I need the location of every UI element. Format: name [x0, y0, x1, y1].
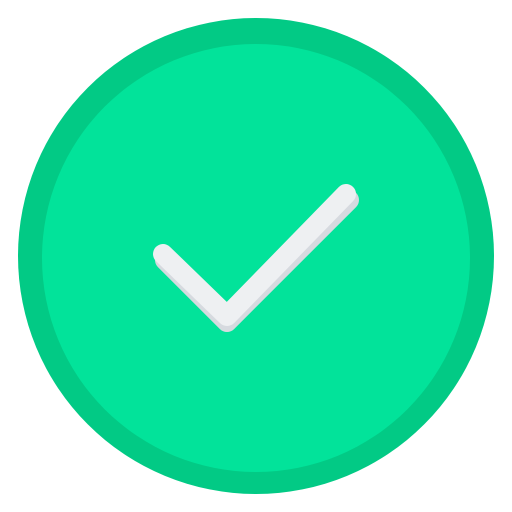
inner-disc: [42, 44, 470, 472]
check-circle-icon: [18, 18, 494, 494]
check-circle-badge: [0, 0, 512, 512]
